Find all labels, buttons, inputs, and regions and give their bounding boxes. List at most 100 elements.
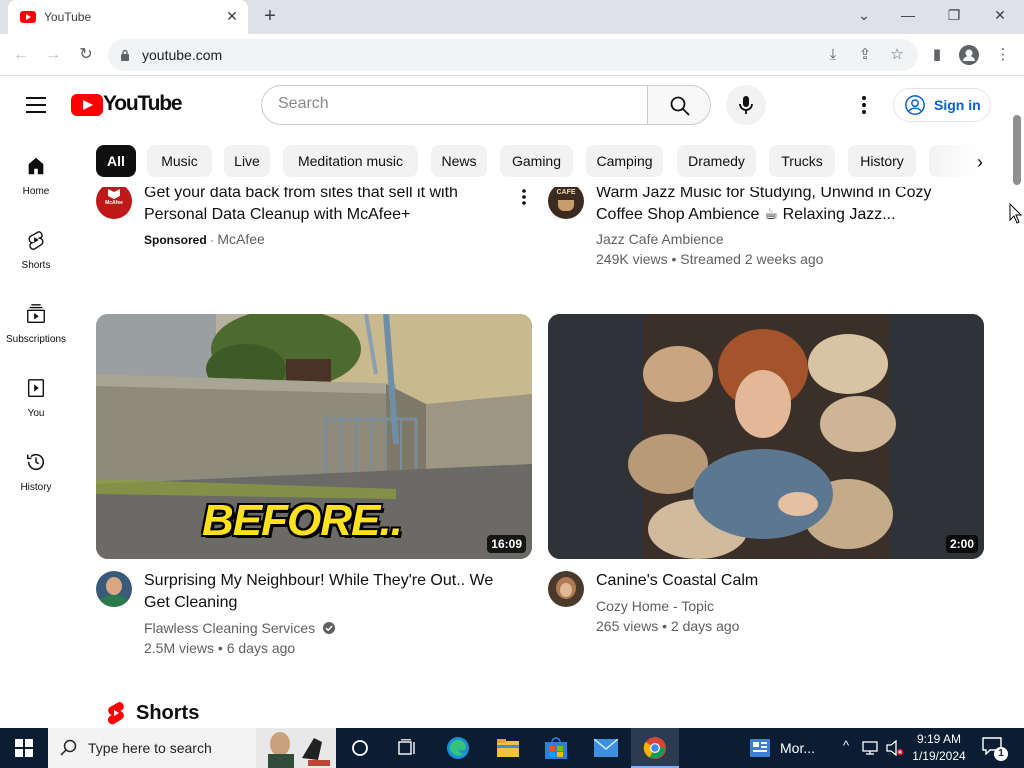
taskbar-search-icon: [60, 739, 77, 756]
clock-date[interactable]: 1/19/2024: [904, 749, 974, 763]
edge-icon[interactable]: [434, 728, 482, 768]
ad-title-line-1: Get your data back from sites that sell …: [144, 187, 458, 201]
filter-chips-bar: All Music Live Meditation music News Gam…: [72, 133, 1010, 187]
chevron-right-icon[interactable]: ›: [966, 148, 994, 176]
chip-live[interactable]: Live: [224, 145, 270, 177]
you-icon: [27, 379, 45, 397]
ad-more-icon[interactable]: [516, 187, 532, 207]
voice-search-button[interactable]: [726, 85, 766, 125]
settings-more-icon[interactable]: [852, 93, 876, 117]
jazz-avatar-text: CAFE: [556, 189, 576, 196]
search-input[interactable]: [278, 95, 618, 113]
cozy-home-avatar[interactable]: [548, 571, 584, 607]
install-app-icon[interactable]: ⤓: [820, 42, 846, 68]
taskbar-search-box[interactable]: Type here to search: [48, 728, 336, 768]
cleaning-video-meta: 2.5M views • 6 days ago: [144, 640, 296, 656]
cleaning-channel-row: Flawless Cleaning Services: [144, 618, 336, 638]
flawless-cleaning-avatar[interactable]: [96, 571, 132, 607]
canine-video-meta: 265 views • 2 days ago: [596, 618, 740, 634]
scrollbar-thumb[interactable]: [1013, 115, 1021, 185]
sign-in-button[interactable]: Sign in: [893, 88, 991, 122]
guide-label-history: History: [20, 482, 52, 493]
start-button[interactable]: [0, 728, 48, 768]
chip-trucks[interactable]: Trucks: [769, 145, 835, 177]
cortana-icon[interactable]: [336, 728, 384, 768]
windows-logo-icon: [15, 739, 33, 757]
side-panel-icon[interactable]: ▮: [924, 42, 950, 68]
guide-item-subscriptions[interactable]: Subscriptions: [4, 291, 68, 361]
network-icon[interactable]: [862, 740, 880, 756]
mouse-cursor-icon: [1009, 203, 1023, 224]
video-feed: McAfee Get your data back from sites tha…: [72, 187, 1010, 728]
chip-music[interactable]: Music: [147, 145, 212, 177]
ad-meta: Sponsored · McAfee: [144, 229, 265, 250]
share-icon[interactable]: ⇪: [852, 42, 878, 68]
jazz-channel-name[interactable]: Jazz Cafe Ambience: [596, 229, 724, 249]
canine-channel-name[interactable]: Cozy Home - Topic: [596, 596, 714, 616]
jazz-video-title[interactable]: Warm Jazz Music for Studying, Unwind in …: [596, 187, 976, 226]
back-button[interactable]: ←: [8, 42, 34, 68]
chip-all[interactable]: All: [96, 145, 136, 177]
guide-label-subscriptions: Subscriptions: [5, 334, 67, 345]
window-close-button[interactable]: ✕: [982, 2, 1018, 30]
hamburger-menu-icon[interactable]: [26, 97, 46, 113]
volume-muted-icon[interactable]: [886, 740, 904, 756]
tab-search-chevron-icon[interactable]: ⌄: [846, 2, 882, 30]
canine-video-thumbnail[interactable]: 2:00: [548, 314, 984, 559]
show-hidden-icons-chevron-icon[interactable]: ^: [838, 738, 854, 758]
page-scrollbar[interactable]: [1010, 77, 1024, 728]
sponsored-label: Sponsored: [144, 233, 207, 247]
new-tab-button[interactable]: +: [258, 5, 282, 29]
search-highlight-illustration: [256, 728, 336, 768]
verified-badge-icon: [323, 622, 336, 634]
chip-dramedy[interactable]: Dramedy: [677, 145, 756, 177]
mail-icon[interactable]: [582, 728, 630, 768]
cleaning-video-thumbnail[interactable]: BEFORE.. 16:09: [96, 314, 532, 559]
profile-icon[interactable]: [956, 42, 982, 68]
thumbnail-overlay-text: BEFORE..: [202, 496, 403, 545]
youtube-wordmark[interactable]: YouTube: [103, 92, 183, 116]
shorts-logo-icon: [107, 701, 124, 725]
task-view-icon[interactable]: [384, 728, 432, 768]
chip-meditation-music[interactable]: Meditation music: [283, 145, 418, 177]
chrome-taskbar-icon[interactable]: [631, 728, 679, 768]
mcafee-shield-icon: [108, 189, 120, 199]
jazz-cafe-avatar[interactable]: CAFE: [548, 187, 584, 219]
guide-item-history[interactable]: History: [4, 439, 68, 509]
bookmark-star-icon[interactable]: ☆: [884, 42, 910, 68]
sign-in-label: Sign in: [934, 97, 981, 113]
cleaning-channel-name[interactable]: Flawless Cleaning Services: [144, 620, 315, 636]
chip-news[interactable]: News: [431, 145, 487, 177]
canine-video-title[interactable]: Canine's Coastal Calm: [596, 570, 976, 592]
guide-label-you: You: [27, 408, 45, 419]
file-explorer-icon[interactable]: [484, 728, 532, 768]
browser-tab[interactable]: YouTube ✕: [8, 0, 248, 34]
cleaning-video-title[interactable]: Surprising My Neighbour! While They're O…: [144, 570, 514, 614]
chrome-menu-icon[interactable]: ⋮: [990, 42, 1016, 68]
ad-title-line-2: Personal Data Cleanup with McAfee+: [144, 206, 411, 223]
clock-time[interactable]: 9:19 AM: [904, 732, 974, 746]
microsoft-store-icon[interactable]: [532, 728, 580, 768]
chip-camping[interactable]: Camping: [586, 145, 663, 177]
tab-close-icon[interactable]: ✕: [222, 6, 242, 26]
restore-button[interactable]: ❐: [936, 2, 972, 30]
action-center-button[interactable]: 1: [982, 737, 1008, 761]
forward-button[interactable]: →: [40, 42, 66, 68]
chip-gaming[interactable]: Gaming: [500, 145, 573, 177]
youtube-logo-icon[interactable]: [71, 94, 103, 116]
mcafee-avatar[interactable]: McAfee: [96, 187, 132, 219]
shorts-icon: [28, 231, 44, 250]
news-widget-text: Mor...: [780, 740, 816, 756]
search-button[interactable]: [647, 85, 711, 125]
minimize-button[interactable]: —: [890, 2, 926, 30]
guide-item-shorts[interactable]: Shorts: [4, 217, 68, 287]
search-box[interactable]: [261, 85, 649, 125]
chip-history[interactable]: History: [848, 145, 916, 177]
ad-title[interactable]: Get your data back from sites that sell …: [144, 187, 504, 226]
guide-item-home[interactable]: Home: [4, 143, 68, 213]
search-icon: [670, 96, 690, 116]
address-bar[interactable]: youtube.com: [108, 39, 918, 71]
guide-item-you[interactable]: You: [4, 365, 68, 435]
reload-button[interactable]: ↻: [73, 42, 99, 68]
notification-count-badge: 1: [994, 747, 1008, 761]
